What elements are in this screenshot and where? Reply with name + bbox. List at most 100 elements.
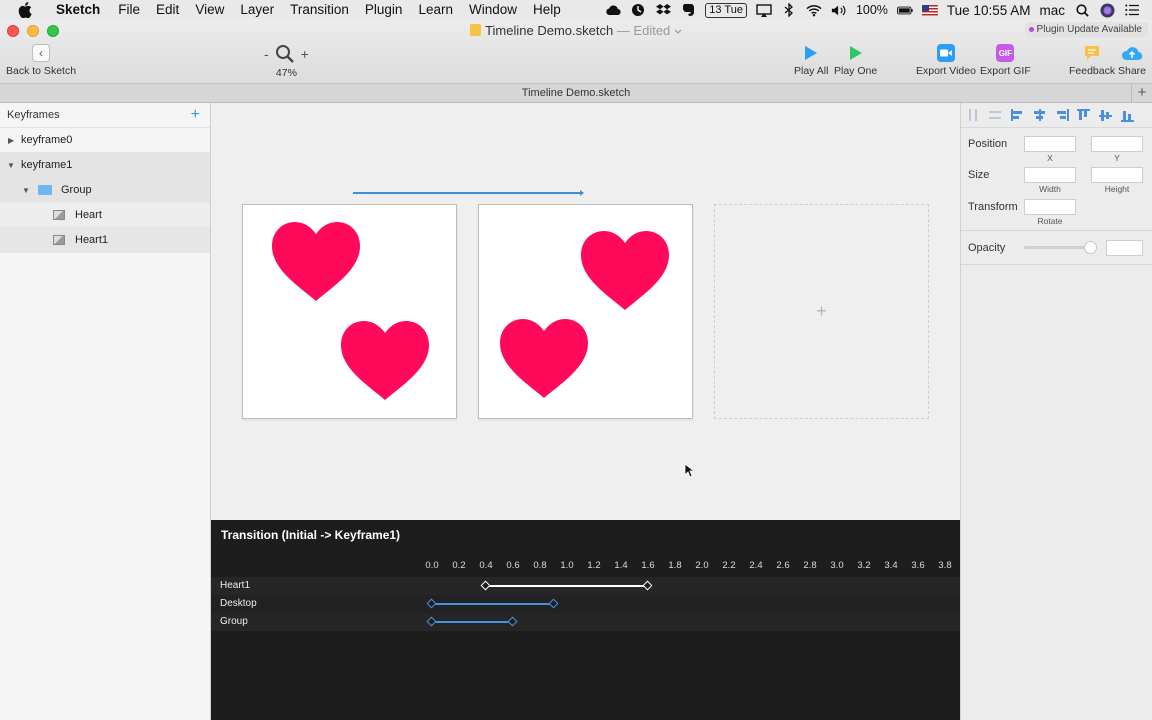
timeline-track[interactable]: Group [211, 613, 960, 631]
document-tab[interactable]: Timeline Demo.sketch [522, 87, 630, 99]
start-keyframe-handle[interactable] [426, 616, 437, 627]
bluetooth-icon[interactable] [781, 3, 797, 17]
play-one-label: Play One [834, 65, 878, 77]
us-flag-icon[interactable] [921, 4, 938, 16]
align-right-icon[interactable] [1055, 109, 1069, 121]
align-left-icon[interactable] [1011, 109, 1025, 121]
distribute-horizontal-icon[interactable] [967, 109, 981, 121]
menu-window[interactable]: Window [461, 0, 525, 20]
transition-duration-bar[interactable] [432, 621, 513, 623]
wifi-icon[interactable] [806, 3, 822, 17]
back-to-sketch-button[interactable]: ‹ Back to Sketch [6, 44, 76, 77]
menu-plugin[interactable]: Plugin [357, 0, 411, 20]
export-video-button[interactable]: Export Video [916, 44, 976, 77]
clock[interactable]: Tue 10:55 AM [947, 3, 1031, 18]
keyframes-panel: Keyframes + ▶ keyframe0 ▼ keyframe1 ▼ Gr… [0, 103, 211, 720]
evernote-icon[interactable] [680, 3, 696, 17]
spotlight-icon[interactable] [1074, 3, 1090, 17]
time-ruler[interactable]: 0.0 0.2 0.4 0.6 0.8 1.0 1.2 1.4 1.6 1.8 2.0 2.2 2.4 2… [211, 560, 960, 574]
volume-icon[interactable] [831, 3, 847, 17]
share-button[interactable]: Share [1118, 44, 1146, 77]
position-y-field[interactable] [1091, 136, 1143, 152]
menu-file[interactable]: File [110, 0, 148, 20]
time-machine-icon[interactable] [630, 3, 646, 17]
transition-duration-bar[interactable] [486, 585, 648, 587]
add-tab-button[interactable]: + [1131, 84, 1152, 102]
canvas[interactable]: + [211, 103, 960, 520]
end-keyframe-handle[interactable] [642, 580, 653, 591]
image-layer-icon [53, 210, 65, 220]
start-keyframe-handle[interactable] [480, 580, 491, 591]
mouse-cursor-icon [684, 463, 694, 478]
align-vertical-center-icon[interactable] [1099, 109, 1113, 121]
user-name[interactable]: mac [1039, 3, 1065, 18]
heart-shape[interactable] [339, 320, 431, 402]
artboard-keyframe1[interactable] [478, 204, 693, 419]
layer-row-group[interactable]: ▼ Group [0, 178, 210, 203]
export-gif-button[interactable]: GIF Export GIF [980, 44, 1031, 77]
layer-row-heart1[interactable]: Heart1 [0, 228, 210, 253]
play-one-button[interactable]: Play One [834, 44, 877, 77]
siri-icon[interactable] [1099, 3, 1115, 17]
notification-center-icon[interactable] [1124, 3, 1140, 17]
menu-learn[interactable]: Learn [410, 0, 461, 20]
end-keyframe-handle[interactable] [548, 598, 558, 609]
keyframe-row[interactable]: ▶ keyframe0 [0, 128, 210, 153]
transition-duration-bar[interactable] [432, 603, 554, 605]
rotate-field[interactable] [1024, 199, 1076, 215]
zoom-out-button[interactable]: - [264, 46, 269, 62]
align-horizontal-center-icon[interactable] [1033, 109, 1047, 121]
timeline-track[interactable]: Desktop [211, 595, 960, 613]
distribute-vertical-icon[interactable] [989, 109, 1003, 121]
menu-help[interactable]: Help [525, 0, 569, 20]
date-badge[interactable]: 13 Tue [705, 2, 747, 18]
divider [961, 264, 1152, 265]
align-top-icon[interactable] [1077, 109, 1091, 121]
disclosure-down-icon[interactable]: ▼ [22, 186, 30, 195]
layer-row-heart[interactable]: Heart [0, 203, 210, 228]
heart-shape[interactable] [270, 221, 362, 303]
opacity-field[interactable] [1106, 240, 1143, 256]
cloud-icon[interactable] [605, 3, 621, 17]
end-keyframe-handle[interactable] [507, 616, 518, 627]
menu-transition[interactable]: Transition [282, 0, 357, 20]
airplay-icon[interactable] [756, 3, 772, 17]
window-toolbar: Timeline Demo.sketch — Edited Plugin Upd… [0, 20, 1152, 84]
add-keyframe-button[interactable]: + [191, 106, 200, 124]
opacity-slider-knob[interactable] [1083, 241, 1097, 254]
battery-percent[interactable]: 100% [856, 3, 888, 17]
time-tick: 0.0 [425, 560, 439, 571]
heart-shape[interactable] [498, 318, 590, 400]
height-field[interactable] [1091, 167, 1143, 183]
play-icon [849, 46, 862, 60]
plugin-update-badge[interactable]: Plugin Update Available [1024, 22, 1148, 37]
timeline-track[interactable]: Heart1 [211, 577, 960, 595]
artboard-keyframe0[interactable] [242, 204, 457, 419]
menu-edit[interactable]: Edit [148, 0, 187, 20]
time-tick: 3.6 [911, 560, 925, 571]
document-title[interactable]: Timeline Demo.sketch — Edited [0, 23, 1152, 38]
chevron-left-icon: ‹ [32, 44, 51, 62]
magnifier-icon[interactable] [275, 44, 295, 64]
disclosure-down-icon[interactable]: ▼ [7, 161, 15, 170]
disclosure-right-icon[interactable]: ▶ [8, 136, 14, 145]
menu-layer[interactable]: Layer [232, 0, 282, 20]
apple-icon[interactable] [18, 2, 32, 18]
keyframe-row[interactable]: ▼ keyframe1 [0, 153, 210, 178]
zoom-in-button[interactable]: + [301, 46, 309, 62]
width-field[interactable] [1024, 167, 1076, 183]
feedback-button[interactable]: Feedback [1069, 44, 1115, 77]
start-keyframe-handle[interactable] [426, 598, 437, 609]
menu-view[interactable]: View [187, 0, 232, 20]
play-all-button[interactable]: Play All [794, 44, 828, 77]
heart-shape[interactable] [579, 230, 671, 312]
position-x-field[interactable] [1024, 136, 1076, 152]
dropbox-icon[interactable] [655, 3, 671, 17]
track-label: Heart1 [220, 580, 251, 591]
battery-icon[interactable] [896, 3, 913, 17]
menu-app-sketch[interactable]: Sketch [48, 0, 108, 20]
add-keyframe-artboard[interactable]: + [714, 204, 929, 419]
menu-bar: Sketch File Edit View Layer Transition P… [0, 0, 1152, 20]
time-tick: 3.8 [938, 560, 952, 571]
align-bottom-icon[interactable] [1121, 109, 1135, 122]
